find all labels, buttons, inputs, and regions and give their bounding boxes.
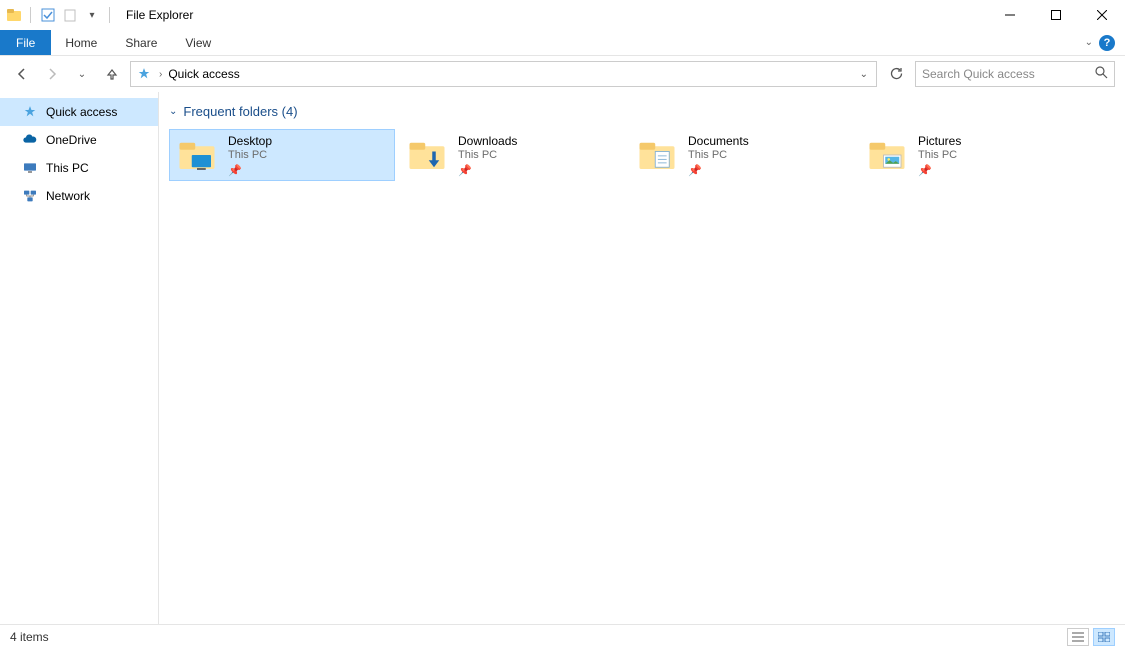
ribbon-collapse-icon[interactable]: ⌄ [1085, 37, 1093, 48]
tab-view[interactable]: View [171, 30, 225, 55]
titlebar: ▾ File Explorer [0, 0, 1125, 30]
qat-properties-icon[interactable] [39, 6, 57, 24]
view-large-icons-button[interactable] [1093, 628, 1115, 646]
folder-desktop-icon [176, 134, 218, 176]
window-controls [987, 0, 1125, 30]
sidebar-item-label: Quick access [46, 105, 117, 119]
folder-text: Documents This PC 📌 [688, 134, 749, 177]
sidebar-item-network[interactable]: Network [0, 182, 158, 210]
folder-item-pictures[interactable]: Pictures This PC 📌 [859, 129, 1085, 181]
sidebar-item-quick-access[interactable]: Quick access [0, 98, 158, 126]
qat-separator [30, 7, 31, 23]
address-bar[interactable]: › Quick access ⌄ [130, 61, 877, 87]
pin-icon: 📌 [228, 164, 272, 177]
sidebar: Quick access OneDrive This PC Network [0, 92, 159, 624]
folder-sublabel: This PC [918, 149, 961, 161]
status-text: 4 items [10, 630, 49, 644]
pin-icon: 📌 [918, 164, 961, 177]
search-icon[interactable] [1095, 66, 1108, 82]
up-button[interactable] [100, 62, 124, 86]
folder-downloads-icon [406, 134, 448, 176]
help-icon[interactable]: ? [1099, 35, 1115, 51]
group-header-label: Frequent folders (4) [183, 104, 297, 119]
file-tab[interactable]: File [0, 30, 51, 55]
folder-pictures-icon [866, 134, 908, 176]
folder-text: Pictures This PC 📌 [918, 134, 961, 177]
main-content: ⌄ Frequent folders (4) Desktop This PC 📌 [159, 92, 1125, 624]
ribbon: File Home Share View ⌄ ? [0, 30, 1125, 56]
folder-name: Downloads [458, 134, 517, 148]
qat-separator-2 [109, 7, 110, 23]
app-icon [6, 7, 22, 23]
refresh-button[interactable] [883, 61, 909, 87]
back-button[interactable] [10, 62, 34, 86]
sidebar-item-this-pc[interactable]: This PC [0, 154, 158, 182]
folder-text: Desktop This PC 📌 [228, 134, 272, 177]
folder-item-downloads[interactable]: Downloads This PC 📌 [399, 129, 625, 181]
folder-name: Documents [688, 134, 749, 148]
nav-row: ⌄ › Quick access ⌄ [0, 56, 1125, 92]
address-dropdown-icon[interactable]: ⌄ [856, 69, 872, 80]
folder-sublabel: This PC [458, 149, 517, 161]
search-input[interactable] [922, 67, 1095, 81]
folder-documents-icon [636, 134, 678, 176]
recent-locations-button[interactable]: ⌄ [70, 62, 94, 86]
folder-text: Downloads This PC 📌 [458, 134, 517, 177]
view-details-button[interactable] [1067, 628, 1089, 646]
qat-newfolder-icon[interactable] [61, 6, 79, 24]
close-button[interactable] [1079, 0, 1125, 30]
tab-share[interactable]: Share [111, 30, 171, 55]
forward-button[interactable] [40, 62, 64, 86]
sidebar-item-label: This PC [46, 161, 89, 175]
pin-icon: 📌 [688, 164, 749, 177]
address-text: Quick access [168, 67, 239, 81]
status-right [1067, 628, 1115, 646]
chevron-down-icon: ⌄ [169, 106, 177, 117]
qat-dropdown-icon[interactable]: ▾ [83, 6, 101, 24]
group-header[interactable]: ⌄ Frequent folders (4) [169, 104, 1115, 119]
folder-sublabel: This PC [688, 149, 749, 161]
sidebar-item-onedrive[interactable]: OneDrive [0, 126, 158, 154]
tab-home[interactable]: Home [51, 30, 111, 55]
folder-sublabel: This PC [228, 149, 272, 161]
body: Quick access OneDrive This PC Network ⌄ … [0, 92, 1125, 624]
maximize-button[interactable] [1033, 0, 1079, 30]
titlebar-left: ▾ File Explorer [0, 6, 193, 24]
address-location-icon [135, 67, 153, 81]
sidebar-item-label: OneDrive [46, 133, 97, 147]
minimize-button[interactable] [987, 0, 1033, 30]
folder-item-documents[interactable]: Documents This PC 📌 [629, 129, 855, 181]
folder-item-desktop[interactable]: Desktop This PC 📌 [169, 129, 395, 181]
folder-name: Pictures [918, 134, 961, 148]
network-icon [22, 188, 38, 204]
window-title: File Explorer [126, 8, 193, 22]
address-separator-icon[interactable]: › [159, 69, 162, 80]
status-bar: 4 items [0, 624, 1125, 648]
folders-container: Desktop This PC 📌 Downloads This PC 📌 [169, 129, 1115, 181]
pc-icon [22, 160, 38, 176]
search-box[interactable] [915, 61, 1115, 87]
sidebar-item-label: Network [46, 189, 90, 203]
star-icon [22, 104, 38, 120]
ribbon-right: ⌄ ? [1085, 30, 1125, 55]
folder-name: Desktop [228, 134, 272, 148]
cloud-icon [22, 132, 38, 148]
pin-icon: 📌 [458, 164, 517, 177]
